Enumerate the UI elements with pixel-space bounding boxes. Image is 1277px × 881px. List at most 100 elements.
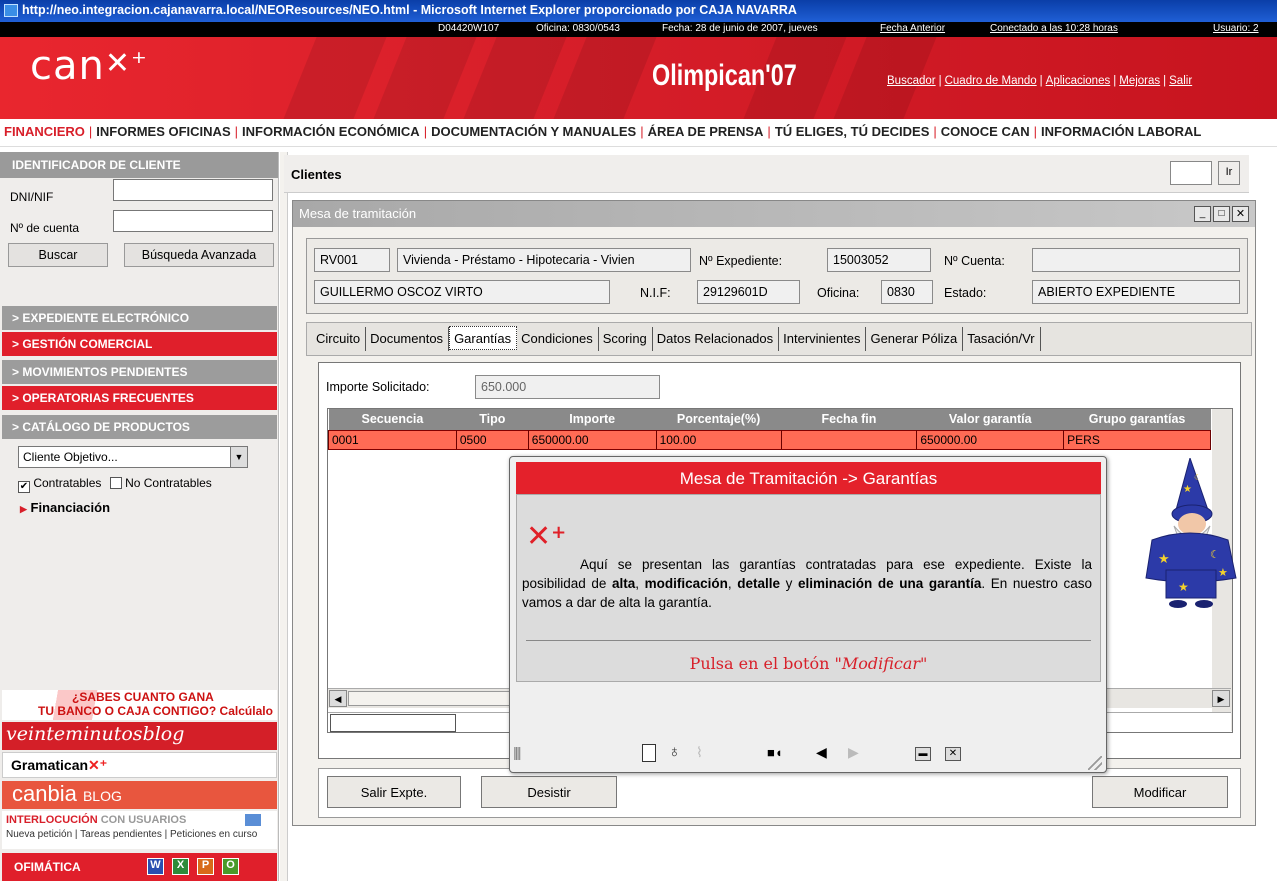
- mejoras-link[interactable]: Mejoras: [1119, 75, 1160, 87]
- svg-text:★: ★: [1218, 567, 1228, 579]
- tabs: Circuito Documentos Garantías Condiciones Sc…: [312, 326, 1224, 354]
- connected-time: Conectado a las 10:28 horas: [990, 23, 1118, 34]
- scroll-left-icon[interactable]: ◀: [329, 690, 347, 707]
- gramatican-ad[interactable]: Gramatican✕⁺: [2, 752, 277, 778]
- tab-scoring[interactable]: Scoring: [599, 327, 653, 351]
- popup-minimize-icon[interactable]: ▬: [915, 747, 931, 761]
- salir-expediente-button[interactable]: Salir Expte.: [327, 776, 461, 808]
- popup-grip-icon[interactable]: ||||: [513, 744, 521, 760]
- triangle-right-icon: ▶: [20, 504, 27, 514]
- olimpican-promo[interactable]: Olimpican'07: [652, 59, 797, 93]
- tab-generar-poliza[interactable]: Generar Póliza: [866, 327, 964, 351]
- chevron-down-icon[interactable]: ▼: [230, 446, 248, 468]
- menu-informes-oficinas[interactable]: INFORMES OFICINAS: [96, 124, 230, 139]
- cuenta-label: Nº Cuenta:: [944, 254, 1005, 268]
- popup-close-icon[interactable]: ✕: [945, 747, 961, 761]
- sidebar-item-operatorias[interactable]: > OPERATORIAS FRECUENTES: [2, 386, 277, 410]
- tab-condiciones[interactable]: Condiciones: [517, 327, 599, 351]
- col-valor-garantia[interactable]: Valor garantía: [916, 409, 1064, 430]
- sidebar-item-movimientos[interactable]: > MOVIMIENTOS PENDIENTES: [2, 360, 277, 384]
- modificar-button[interactable]: Modificar: [1092, 776, 1228, 808]
- menu-informacion-economica[interactable]: INFORMACIÓN ECONÓMICA: [242, 124, 420, 139]
- menu-area-prensa[interactable]: ÁREA DE PRENSA: [648, 124, 764, 139]
- ie-window-icon: [4, 4, 18, 17]
- desistir-button[interactable]: Desistir: [481, 776, 617, 808]
- col-fecha-fin[interactable]: Fecha fin: [781, 409, 917, 430]
- menu-financiero[interactable]: FINANCIERO: [4, 124, 85, 139]
- tab-datos-relacionados[interactable]: Datos Relacionados: [653, 327, 780, 351]
- powerpoint-icon[interactable]: P: [197, 858, 214, 875]
- can-logo[interactable]: can✕⁺: [30, 43, 148, 89]
- no-contratables-checkbox[interactable]: [109, 477, 122, 489]
- svg-text:☾: ☾: [1210, 549, 1220, 561]
- sidebar-item-gestion-comercial[interactable]: > GESTIÓN COMERCIAL: [2, 332, 277, 356]
- sidebar-item-expediente[interactable]: > EXPEDIENTE ELECTRÓNICO: [2, 306, 277, 330]
- salir-link[interactable]: Salir: [1169, 75, 1192, 87]
- sidebar-item-catalogo[interactable]: > CATÁLOGO DE PRODUCTOS: [2, 415, 277, 439]
- ir-button[interactable]: Ir: [1218, 161, 1240, 185]
- col-tipo[interactable]: Tipo: [456, 409, 529, 430]
- scroll-thumb[interactable]: [348, 691, 518, 706]
- tab-intervinientes[interactable]: Intervinientes: [779, 327, 867, 351]
- menu-conoce-can[interactable]: CONOCE CAN: [941, 124, 1030, 139]
- clientes-header: Clientes Ir: [284, 155, 1249, 193]
- banco-calculator-ad[interactable]: ¿SABES CUANTO GANA TU BANCO O CAJA CONTI…: [2, 690, 277, 720]
- oficina-label: Oficina:: [817, 286, 860, 300]
- interlocucion-links[interactable]: Nueva petición | Tareas pendientes | Pet…: [6, 829, 273, 840]
- client-select[interactable]: Cliente Objetivo... ▼: [18, 446, 248, 468]
- calc-icon[interactable]: O: [222, 858, 239, 875]
- ofimatica-bar: OFIMÁTICA W X P O: [2, 853, 277, 881]
- canbia-blog-ad[interactable]: canbia BLOG: [2, 781, 277, 809]
- importe-label: Importe Solicitado:: [326, 380, 430, 394]
- close-icon[interactable]: ✕: [1232, 206, 1249, 222]
- minimize-icon[interactable]: _: [1194, 206, 1211, 222]
- buscador-link[interactable]: Buscador: [887, 75, 936, 87]
- maximize-icon[interactable]: □: [1213, 206, 1230, 222]
- table-header-row: Secuencia Tipo Importe Porcentaje(%) Fec…: [328, 409, 1211, 430]
- tab-garantias[interactable]: Garantías: [449, 326, 518, 350]
- clientes-title: Clientes: [291, 167, 342, 182]
- can-logo-icon: ✕⁺: [104, 46, 148, 81]
- window-title: Mesa de tramitación: [299, 206, 417, 221]
- wizard-mascot[interactable]: ★ ☾ ★ ☾ ★ ★: [1138, 458, 1241, 610]
- cuadro-mando-link[interactable]: Cuadro de Mando: [945, 75, 1037, 87]
- stamp-icon[interactable]: ♁: [668, 742, 681, 762]
- previous-icon[interactable]: ◀: [816, 744, 827, 761]
- tab-tasacion[interactable]: Tasación/Vr: [963, 327, 1041, 351]
- col-porcentaje[interactable]: Porcentaje(%): [656, 409, 782, 430]
- dni-input[interactable]: [113, 179, 273, 201]
- svg-text:★: ★: [1158, 551, 1170, 566]
- product-filters: ✔ Contratables No Contratables: [18, 476, 212, 493]
- menu-tu-eliges[interactable]: TÚ ELIGES, TÚ DECIDES: [775, 124, 930, 139]
- word-icon[interactable]: W: [147, 858, 164, 875]
- col-grupo-garantias[interactable]: Grupo garantías: [1063, 409, 1211, 430]
- expediente-field: 15003052: [827, 248, 931, 272]
- busqueda-avanzada-button[interactable]: Búsqueda Avanzada: [124, 243, 274, 267]
- scroll-right-icon[interactable]: ▶: [1212, 690, 1230, 707]
- menu-documentacion[interactable]: DOCUMENTACIÓN Y MANUALES: [431, 124, 636, 139]
- table-row[interactable]: 0001 0500 650000.00 100.00 650000.00 PER…: [328, 429, 1211, 450]
- tab-circuito[interactable]: Circuito: [312, 327, 367, 351]
- tab-documentos[interactable]: Documentos: [366, 327, 450, 351]
- aplicaciones-link[interactable]: Aplicaciones: [1046, 75, 1111, 87]
- contratables-checkbox[interactable]: ✔: [18, 481, 30, 493]
- account-input[interactable]: [113, 210, 273, 232]
- document-icon[interactable]: [642, 744, 656, 762]
- menu-informacion-laboral[interactable]: INFORMACIÓN LABORAL: [1041, 124, 1201, 139]
- veinteminutos-blog-ad[interactable]: veinteminutosblog: [2, 722, 277, 750]
- client-name-field: GUILLERMO OSCOZ VIRTO: [314, 280, 610, 304]
- users-icon: [245, 814, 261, 826]
- expediente-label: Nº Expediente:: [699, 254, 783, 268]
- previous-date-link[interactable]: Fecha Anterior: [880, 23, 945, 34]
- client-identifier-header: IDENTIFICADOR DE CLIENTE: [0, 152, 278, 178]
- buscar-button[interactable]: Buscar: [8, 243, 108, 267]
- col-secuencia[interactable]: Secuencia: [328, 409, 457, 430]
- col-importe[interactable]: Importe: [528, 409, 657, 430]
- camera-icon[interactable]: ■◖: [767, 745, 783, 760]
- client-number-input[interactable]: [1170, 161, 1212, 185]
- financiacion-link[interactable]: ▶ Financiación: [20, 500, 110, 515]
- resize-grip-icon[interactable]: [1088, 756, 1102, 770]
- excel-icon[interactable]: X: [172, 858, 189, 875]
- office-code: Oficina: 0830/0543: [536, 23, 620, 34]
- attachment-icon: ⌇: [696, 744, 703, 760]
